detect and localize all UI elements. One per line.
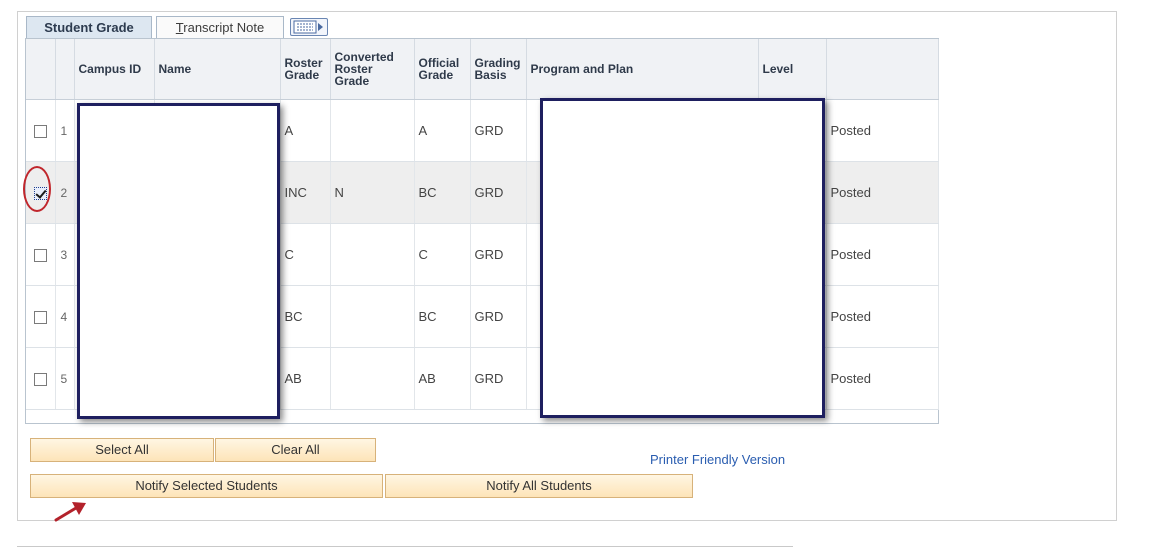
col-roster-grade[interactable]: Roster Grade [280,39,331,100]
row-checkbox[interactable] [34,311,47,325]
grading-basis-cell: GRD [470,285,527,348]
tab-student-grade[interactable]: Student Grade [26,16,152,38]
col-converted-roster-grade[interactable]: Converted Roster Grade [330,39,415,100]
roster-grade-cell[interactable]: BC [280,285,331,348]
row-number: 5 [55,347,75,410]
tab-transcript-note[interactable]: Transcript Note [156,16,284,38]
status-cell: Posted [826,99,939,162]
roster-grade-cell[interactable]: INC [280,161,331,224]
converted-grade-cell [330,285,415,348]
converted-grade-cell: N [330,161,415,224]
col-name[interactable]: Name [154,39,281,100]
row-number: 4 [55,285,75,348]
clear-all-button[interactable]: Clear All [215,438,376,462]
grid-view-icon[interactable] [290,18,328,36]
official-grade-cell: BC [414,161,471,224]
annotation-circle [23,166,51,212]
notify-selected-button[interactable]: Notify Selected Students [30,474,383,498]
converted-grade-cell [330,99,415,162]
roster-grade-cell[interactable]: AB [280,347,331,410]
col-campus-id[interactable]: Campus ID [74,39,155,100]
tab-transcript-note-label: ranscript Note [183,20,265,35]
notify-all-button[interactable]: Notify All Students [385,474,693,498]
grading-basis-cell: GRD [470,347,527,410]
converted-grade-cell [330,347,415,410]
table-header-row: Campus ID Name Roster Grade Converted Ro… [26,39,939,100]
row-select-cell [26,99,56,162]
col-grading-basis[interactable]: Grading Basis [470,39,527,100]
row-number: 1 [55,99,75,162]
redaction-box-names [77,103,280,419]
converted-grade-cell [330,223,415,286]
grading-basis-cell: GRD [470,223,527,286]
col-row-number [55,39,75,100]
roster-grade-cell[interactable]: C [280,223,331,286]
col-select [26,39,56,100]
status-cell: Posted [826,285,939,348]
official-grade-cell: AB [414,347,471,410]
row-number: 2 [55,161,75,224]
row-select-cell [26,285,56,348]
row-select-cell [26,223,56,286]
row-checkbox[interactable] [34,249,47,263]
official-grade-cell: A [414,99,471,162]
divider [17,546,793,547]
grading-basis-cell: GRD [470,161,527,224]
official-grade-cell: BC [414,285,471,348]
redaction-box-program [540,98,825,418]
status-cell: Posted [826,161,939,224]
col-official-grade[interactable]: Official Grade [414,39,471,100]
grading-basis-cell: GRD [470,99,527,162]
col-program-and-plan[interactable]: Program and Plan [526,39,759,100]
row-checkbox[interactable] [34,125,47,139]
row-select-cell [26,347,56,410]
select-all-button[interactable]: Select All [30,438,214,462]
printer-friendly-link[interactable]: Printer Friendly Version [650,452,785,467]
arrow-icon [54,502,86,522]
row-number: 3 [55,223,75,286]
col-level[interactable]: Level [758,39,827,100]
col-status [826,39,939,100]
status-cell: Posted [826,223,939,286]
roster-grade-cell[interactable]: A [280,99,331,162]
row-checkbox[interactable] [34,373,47,387]
official-grade-cell: C [414,223,471,286]
status-cell: Posted [826,347,939,410]
